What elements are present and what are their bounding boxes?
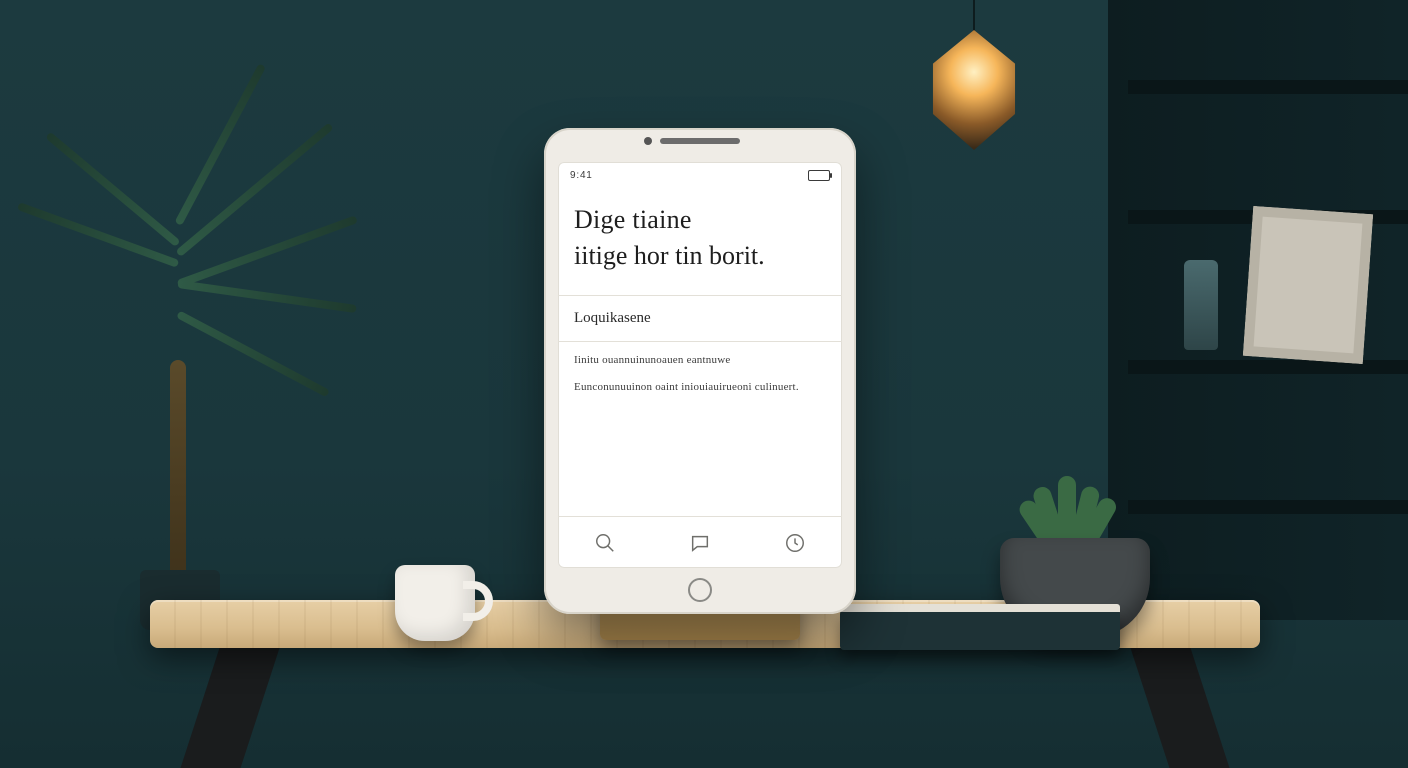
chat-icon[interactable] bbox=[689, 532, 711, 554]
battery-icon bbox=[808, 170, 830, 181]
front-camera bbox=[644, 137, 652, 145]
room-scene: 9:41 Dige tiaine iitige hor tin borit. L… bbox=[0, 0, 1408, 768]
home-button[interactable] bbox=[688, 578, 712, 602]
article-heading: Dige tiaine iitige hor tin borit. bbox=[558, 185, 842, 295]
tablet-screen: 9:41 Dige tiaine iitige hor tin borit. L… bbox=[558, 162, 842, 568]
bottom-tab-bar bbox=[558, 516, 842, 568]
glass-jar bbox=[1184, 260, 1218, 350]
pendant-light bbox=[920, 30, 1028, 150]
leaning-frame bbox=[1243, 206, 1373, 364]
heading-line-2: iitige hor tin borit. bbox=[574, 241, 826, 271]
heading-line-1: Dige tiaine bbox=[574, 205, 826, 235]
search-icon[interactable] bbox=[594, 532, 616, 554]
coffee-mug bbox=[395, 555, 487, 641]
section-label: Loquikasene bbox=[558, 296, 842, 341]
body-paragraph-1: Iinitu ouannuinunoauen eantnuwe bbox=[558, 342, 842, 369]
table-leg-right bbox=[1131, 648, 1230, 768]
tablet-device: 9:41 Dige tiaine iitige hor tin borit. L… bbox=[544, 128, 856, 614]
closed-notebook bbox=[840, 610, 1120, 650]
bookshelf bbox=[1108, 0, 1408, 620]
table-leg-left bbox=[181, 648, 280, 768]
speaker-grille bbox=[660, 138, 740, 144]
body-paragraph-2: Eunconunuuinon oaint iniouiauirueoni cul… bbox=[558, 369, 842, 396]
status-bar: 9:41 bbox=[558, 162, 842, 185]
clock-icon[interactable] bbox=[784, 532, 806, 554]
potted-palm bbox=[30, 160, 330, 620]
status-time: 9:41 bbox=[570, 170, 593, 181]
